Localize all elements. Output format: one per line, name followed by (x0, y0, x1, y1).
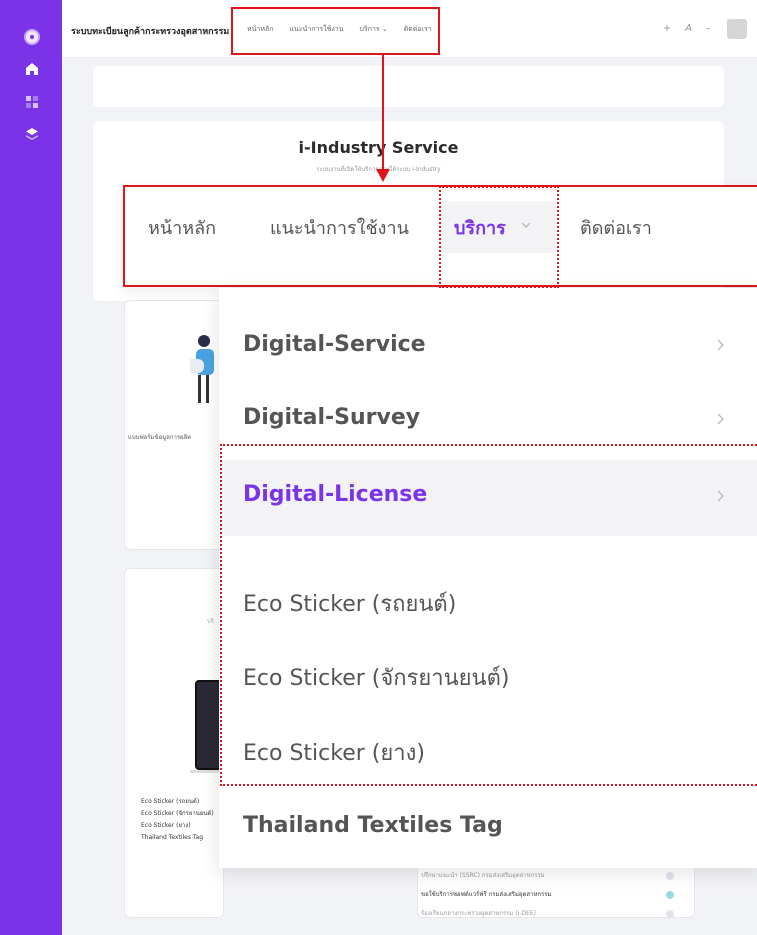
chevron-right-icon (717, 339, 724, 351)
nav-contact[interactable]: ติดต่อเรา (580, 213, 652, 242)
menu-item-thailand-textiles-tag[interactable]: Thailand Textiles Tag (243, 813, 503, 838)
nav-guide[interactable]: แนะนำการใช้งาน (270, 213, 409, 242)
chevron-right-icon (717, 413, 724, 425)
font-reset-button[interactable]: A (685, 23, 692, 34)
annotation-arrow (382, 55, 384, 171)
tile-caption: บริ (207, 618, 215, 625)
annotation-dotted-box (220, 444, 757, 786)
list-item[interactable]: Eco Sticker (รถยนต์) (141, 796, 221, 808)
annotation-arrow-head (376, 169, 390, 182)
person-illustration-icon (190, 335, 214, 403)
close-icon (666, 910, 674, 918)
list-item[interactable]: Thailand Textiles Tag (141, 832, 221, 844)
menu-item-digital-service[interactable]: Digital-Service (243, 332, 426, 357)
brand-title[interactable]: ระบบทะเบียนลูกค้ากระทรวงอุตสาหกรรม (71, 24, 229, 38)
page-title: i-Industry Service (298, 138, 459, 157)
row-label: ปรึกษาแนะนำ (SSRC) กรมส่งเสริมอุตสาหกรรม (421, 872, 545, 879)
close-icon (666, 872, 674, 880)
home-icon[interactable] (25, 62, 39, 76)
list-item[interactable]: ร้องเรียนกลางกระทรวงอุตสาหกรรม (i-DEE) (421, 904, 681, 923)
font-increase-button[interactable]: + (663, 23, 671, 34)
service-rows: ปรึกษาแนะนำ (SSRC) กรมส่งเสริมอุตสาหกรรม… (421, 866, 681, 923)
avatar[interactable] (727, 19, 747, 39)
banner-card (93, 66, 724, 107)
menu-item-digital-survey[interactable]: Digital-Survey (243, 405, 420, 430)
eco-list: Eco Sticker (รถยนต์) Eco Sticker (จักรยา… (141, 796, 221, 844)
font-size-tools: + A – (663, 23, 711, 34)
font-decrease-button[interactable]: – (706, 23, 711, 34)
list-item[interactable]: ขอใช้บริการซอฟต์แวร์ฟรี กรมส่งเสริมอุตสา… (421, 885, 681, 904)
logo-icon[interactable] (24, 29, 40, 45)
list-item[interactable]: Eco Sticker (ยาง) (141, 820, 221, 832)
row-label: ขอใช้บริการซอฟต์แวร์ฟรี กรมส่งเสริมอุตสา… (421, 891, 552, 898)
list-item[interactable]: Eco Sticker (จักรยานยนต์) (141, 808, 221, 820)
annotation-dotted-box (439, 186, 559, 288)
device-illustration-icon (195, 680, 220, 770)
form-label: แบบฟอร์มข้อมูลการผลิต (128, 434, 192, 441)
nav-home[interactable]: หน้าหลัก (148, 213, 216, 242)
annotation-box (231, 7, 440, 55)
grid-icon[interactable] (25, 95, 39, 109)
list-item[interactable]: ปรึกษาแนะนำ (SSRC) กรมส่งเสริมอุตสาหกรรม (421, 866, 681, 885)
row-label: ร้องเรียนกลางกระทรวงอุตสาหกรรม (i-DEE) (421, 910, 536, 917)
check-icon (666, 891, 674, 899)
device-base (190, 770, 220, 773)
